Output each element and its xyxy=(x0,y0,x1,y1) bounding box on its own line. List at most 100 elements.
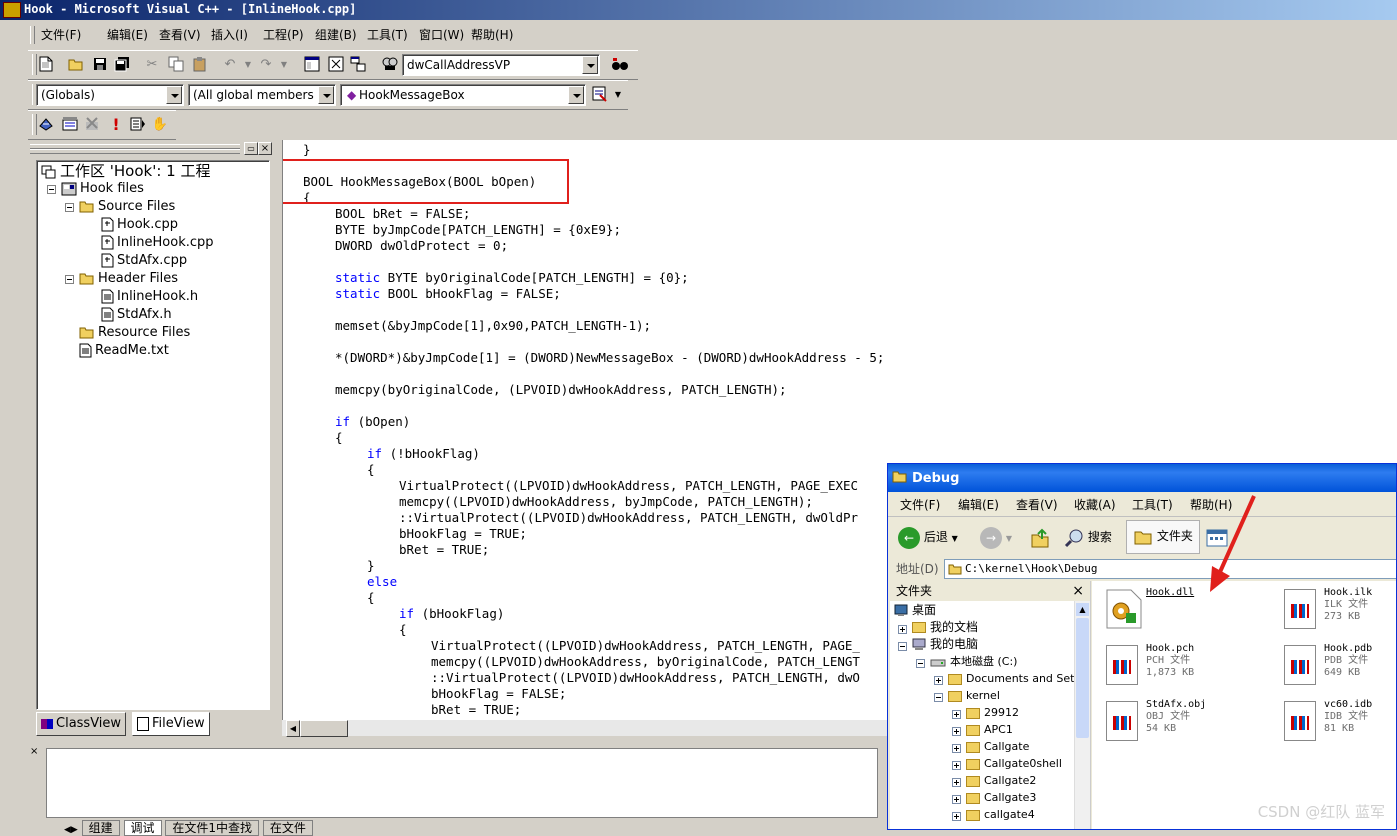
scroll-left-icon[interactable]: ◀ xyxy=(286,720,300,737)
file-item[interactable]: StdAfx.obj OBJ 文件 54 KB xyxy=(1098,697,1248,749)
workspace-restore-icon[interactable]: ▭ xyxy=(244,142,258,155)
folder-node-kernel[interactable]: kernel xyxy=(948,687,1000,704)
expand-icon[interactable] xyxy=(952,778,961,787)
new-file-icon[interactable] xyxy=(36,54,56,74)
output-close-icon[interactable]: × xyxy=(30,746,38,757)
file-item[interactable]: Hook.ilk ILK 文件 273 KB xyxy=(1276,585,1396,637)
folder-node-my-computer[interactable]: 我的电脑 xyxy=(912,636,978,653)
class-combo[interactable]: (Globals) xyxy=(36,84,184,106)
save-icon[interactable] xyxy=(90,54,110,74)
folder-node[interactable]: Callgate0shell xyxy=(966,755,1062,772)
go-icon[interactable] xyxy=(128,114,148,134)
tab-fileview[interactable]: FileView xyxy=(132,712,210,736)
filter-combo-dropdown-icon[interactable] xyxy=(318,86,334,104)
explorer-menu-file[interactable]: 文件(F) xyxy=(900,496,940,513)
execute-icon[interactable]: ! xyxy=(106,114,126,134)
breakpoint-hand-icon[interactable]: ✋ xyxy=(150,114,170,134)
expand-icon[interactable] xyxy=(952,795,961,804)
output-tab-build[interactable]: 组建 xyxy=(81,820,120,836)
save-all-icon[interactable] xyxy=(112,54,132,74)
output-text-area[interactable] xyxy=(46,748,878,818)
explorer-menu-tools[interactable]: 工具(T) xyxy=(1132,496,1173,513)
folder-node-local-disk[interactable]: 本地磁盘 (C:) xyxy=(930,653,1017,670)
tree-node-source-files[interactable]: Source Files xyxy=(79,198,175,216)
collapse-icon[interactable] xyxy=(47,185,56,194)
folders-button[interactable]: 文件夹 xyxy=(1126,520,1200,554)
output-tab-find2[interactable]: 在文件 xyxy=(262,820,313,836)
output-window-icon[interactable] xyxy=(326,54,346,74)
file-item[interactable]: Hook.pdb PDB 文件 649 KB xyxy=(1276,641,1396,693)
folder-node[interactable]: APC1 xyxy=(966,721,1013,738)
explorer-menu-favorites[interactable]: 收藏(A) xyxy=(1074,496,1116,513)
file-item[interactable]: vc60.idb IDB 文件 81 KB xyxy=(1276,697,1396,749)
menu-build[interactable]: 组建(B) xyxy=(315,26,357,43)
explorer-menu-edit[interactable]: 编辑(E) xyxy=(958,496,999,513)
tree-node-file[interactable]: InlineHook.h xyxy=(101,288,198,306)
paste-icon[interactable] xyxy=(190,54,210,74)
folders-scrollbar[interactable]: ▲ xyxy=(1074,601,1090,829)
back-dropdown-icon[interactable]: ▼ xyxy=(952,534,958,543)
menu-view[interactable]: 查看(V) xyxy=(159,26,201,43)
menu-window[interactable]: 窗口(W) xyxy=(419,26,464,43)
compile-icon[interactable] xyxy=(36,114,56,134)
back-button[interactable]: ← 后退 ▼ xyxy=(898,522,958,552)
folder-node[interactable]: 29912 xyxy=(966,704,1019,721)
folder-node-my-documents[interactable]: 我的文档 xyxy=(912,619,978,636)
tree-node-resource-files[interactable]: Resource Files xyxy=(79,324,190,342)
tree-node-project[interactable]: Hook files xyxy=(61,180,144,198)
workspace-close-icon[interactable]: × xyxy=(258,142,272,155)
tree-node-file[interactable]: Hook.cpp xyxy=(101,216,178,234)
output-tab-find1[interactable]: 在文件1中查找 xyxy=(165,820,259,836)
scroll-thumb[interactable] xyxy=(1076,618,1089,738)
tree-node-header-files[interactable]: Header Files xyxy=(79,270,178,288)
explorer-menu-view[interactable]: 查看(V) xyxy=(1016,496,1058,513)
tree-node-file[interactable]: StdAfx.h xyxy=(101,306,172,324)
collapse-icon[interactable] xyxy=(65,203,74,212)
folder-node[interactable]: Callgate2 xyxy=(966,772,1036,789)
file-item[interactable]: Hook.pch PCH 文件 1,873 KB xyxy=(1098,641,1248,693)
undo-dropdown-icon[interactable]: ▼ xyxy=(238,54,258,74)
collapse-icon[interactable] xyxy=(65,275,74,284)
cut-icon[interactable]: ✂ xyxy=(142,54,162,74)
menu-project[interactable]: 工程(P) xyxy=(263,26,304,43)
folder-node[interactable]: Callgate3 xyxy=(966,789,1036,806)
class-combo-dropdown-icon[interactable] xyxy=(166,86,182,104)
stop-build-icon[interactable] xyxy=(82,114,102,134)
output-tab-debug[interactable]: 调试 xyxy=(123,820,162,836)
up-button[interactable] xyxy=(1030,522,1050,552)
folder-node[interactable]: callgate4 xyxy=(966,806,1035,823)
search-button[interactable]: 搜索 xyxy=(1064,522,1112,552)
menu-tools[interactable]: 工具(T) xyxy=(367,26,408,43)
expand-icon[interactable] xyxy=(952,744,961,753)
expand-icon[interactable] xyxy=(898,625,907,634)
folder-node-desktop[interactable]: 桌面 xyxy=(894,602,936,619)
menu-help[interactable]: 帮助(H) xyxy=(471,26,513,43)
window-list-icon[interactable] xyxy=(348,54,368,74)
wizard-action-dropdown-icon[interactable]: ▼ xyxy=(608,84,628,104)
scroll-thumb[interactable] xyxy=(300,720,348,737)
menu-edit[interactable]: 编辑(E) xyxy=(107,26,148,43)
collapse-icon[interactable] xyxy=(898,642,907,651)
find-binoculars-icon[interactable] xyxy=(610,54,630,74)
expand-icon[interactable] xyxy=(952,812,961,821)
folder-node[interactable]: Callgate xyxy=(966,738,1029,755)
open-folder-icon[interactable] xyxy=(66,54,86,74)
folders-close-icon[interactable]: × xyxy=(1072,581,1084,601)
find-in-files-icon[interactable] xyxy=(380,54,400,74)
menu-insert[interactable]: 插入(I) xyxy=(211,26,248,43)
redo-icon[interactable]: ↷ xyxy=(256,54,276,74)
tab-classview[interactable]: ClassView xyxy=(36,712,127,736)
collapse-icon[interactable] xyxy=(934,693,943,702)
workspace-window-icon[interactable] xyxy=(302,54,322,74)
tree-node-file[interactable]: InlineHook.cpp xyxy=(101,234,214,252)
expand-icon[interactable] xyxy=(952,710,961,719)
build-icon[interactable] xyxy=(60,114,80,134)
undo-icon[interactable]: ↶ xyxy=(220,54,240,74)
collapse-icon[interactable] xyxy=(916,659,925,668)
filter-combo[interactable]: (All global members xyxy=(188,84,336,106)
expand-icon[interactable] xyxy=(934,676,943,685)
find-combo[interactable]: dwCallAddressVP xyxy=(402,54,600,76)
tree-node-workspace[interactable]: 工作区 'Hook': 1 工程 xyxy=(41,162,210,180)
member-combo[interactable]: ◆ HookMessageBox xyxy=(340,84,586,106)
forward-dropdown-icon[interactable]: ▼ xyxy=(1006,534,1012,543)
